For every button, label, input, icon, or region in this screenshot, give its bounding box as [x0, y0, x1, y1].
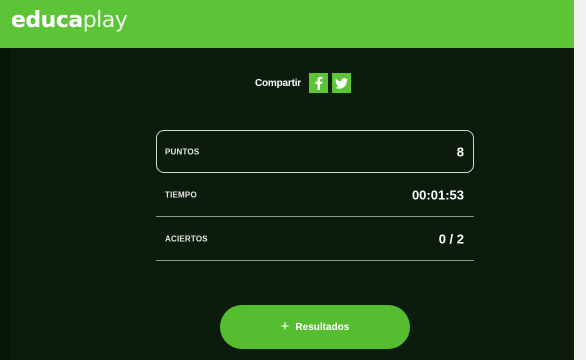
share-label: Compartir	[255, 77, 301, 89]
twitter-share-button[interactable]	[331, 73, 351, 93]
stat-label: TIEMPO	[165, 190, 197, 199]
stat-label: ACIERTOS	[165, 234, 208, 243]
stat-row-puntos: PUNTOS 8	[156, 130, 474, 173]
panel-left-edge	[0, 48, 10, 360]
educaplay-logo[interactable]: educaplay	[11, 8, 128, 34]
score-summary: PUNTOS 8 TIEMPO 00:01:53 ACIERTOS 0 / 2	[156, 130, 474, 261]
stat-label: PUNTOS	[165, 147, 200, 156]
game-frame: educaplay Compartir PUNTOS 8 TIEMPO 00:0…	[0, 0, 586, 360]
header-bar: educaplay	[0, 0, 574, 48]
stat-value: 8	[456, 144, 464, 159]
stat-value: 0 / 2	[438, 231, 464, 246]
share-bar: Compartir	[255, 73, 355, 93]
logo-text-bold: educa	[11, 8, 83, 33]
logo-text-light: play	[82, 8, 128, 33]
twitter-icon	[334, 77, 348, 89]
facebook-icon	[315, 76, 323, 90]
facebook-share-button[interactable]	[308, 73, 328, 93]
stat-row-tiempo: TIEMPO 00:01:53	[156, 173, 474, 217]
stat-value: 00:01:53	[411, 187, 464, 202]
results-button[interactable]: + Resultados	[220, 305, 410, 349]
stat-row-aciertos: ACIERTOS 0 / 2	[156, 217, 474, 261]
plus-icon: +	[280, 318, 290, 335]
results-button-label: Resultados	[295, 321, 350, 333]
